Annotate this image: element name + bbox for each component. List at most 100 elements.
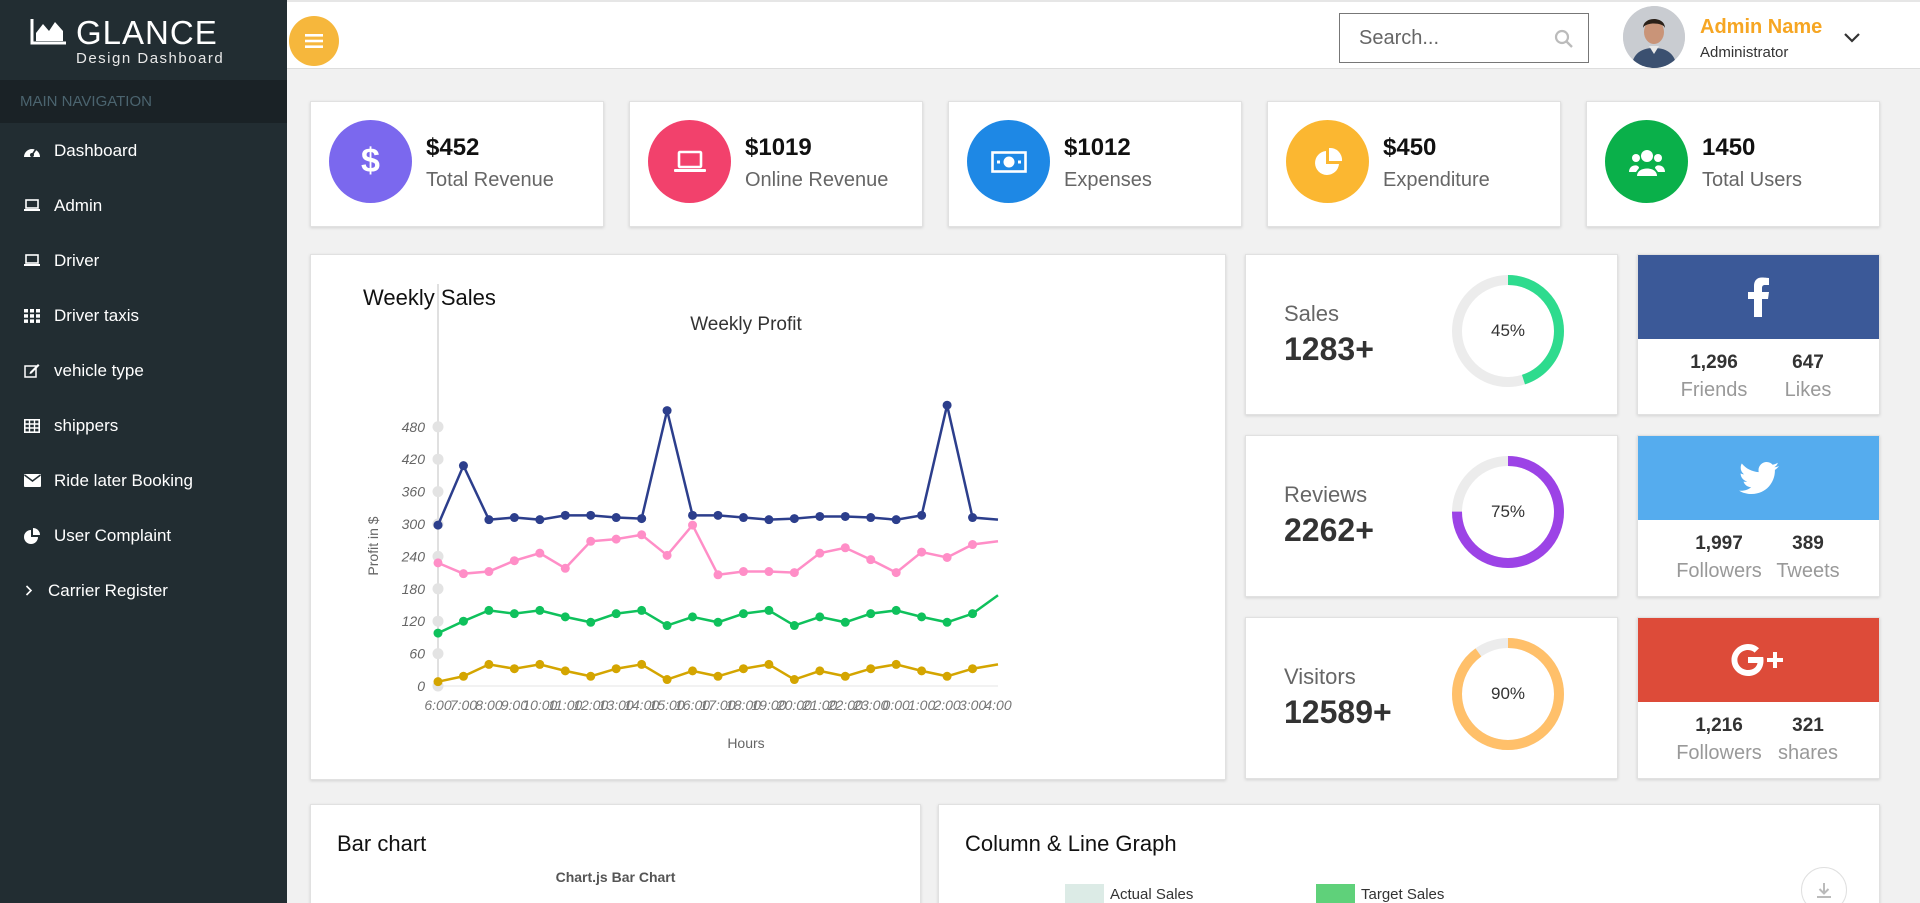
data-point[interactable] [662,675,672,685]
data-point[interactable] [738,664,748,674]
social-card-google-plus[interactable]: 1,216 Followers 321 shares [1637,617,1880,779]
data-point[interactable] [764,605,774,615]
data-point[interactable] [458,461,468,471]
download-button[interactable] [1801,867,1847,903]
sidebar-item-dashboard[interactable]: Dashboard [0,123,287,178]
data-point[interactable] [509,513,519,523]
data-point[interactable] [713,617,723,627]
search-icon[interactable] [1554,29,1574,49]
data-point[interactable] [968,609,978,619]
data-point[interactable] [484,567,494,577]
data-point[interactable] [611,534,621,544]
sidebar-item-ride-later-booking[interactable]: Ride later Booking [0,453,287,508]
data-point[interactable] [789,568,799,578]
data-point[interactable] [917,510,927,520]
data-point[interactable] [611,513,621,523]
data-point[interactable] [738,609,748,619]
data-point[interactable] [738,567,748,577]
data-point[interactable] [688,520,698,530]
data-point[interactable] [688,510,698,520]
data-point[interactable] [866,513,876,523]
data-point[interactable] [968,513,978,523]
data-point[interactable] [942,617,952,627]
user-name[interactable]: Admin Name [1700,16,1822,39]
data-point[interactable] [484,515,494,525]
data-point[interactable] [560,563,570,573]
data-point[interactable] [738,513,748,523]
data-point[interactable] [586,536,596,546]
data-point[interactable] [637,514,647,524]
chevron-down-icon[interactable] [1843,32,1861,44]
search-input[interactable] [1340,14,1540,62]
data-point[interactable] [840,671,850,681]
data-point[interactable] [458,616,468,626]
data-point[interactable] [891,515,901,525]
data-point[interactable] [815,612,825,622]
data-point[interactable] [433,628,443,638]
data-point[interactable] [509,664,519,674]
data-point[interactable] [789,514,799,524]
data-point[interactable] [535,659,545,669]
data-point[interactable] [458,671,468,681]
sidebar-item-driver-taxis[interactable]: Driver taxis [0,288,287,343]
data-point[interactable] [942,400,952,410]
data-point[interactable] [560,666,570,676]
data-point[interactable] [815,666,825,676]
sidebar-item-driver[interactable]: Driver [0,233,287,288]
data-point[interactable] [535,605,545,615]
data-point[interactable] [662,406,672,416]
data-point[interactable] [840,511,850,521]
data-point[interactable] [866,609,876,619]
data-point[interactable] [942,552,952,562]
data-point[interactable] [560,510,570,520]
data-point[interactable] [433,677,443,687]
data-point[interactable] [509,609,519,619]
data-point[interactable] [891,659,901,669]
sidebar-item-shippers[interactable]: shippers [0,398,287,453]
data-point[interactable] [866,555,876,565]
data-point[interactable] [764,515,774,525]
social-card-twitter[interactable]: 1,997 Followers 389 Tweets [1637,435,1880,597]
sidebar-item-carrier-register[interactable]: Carrier Register [0,563,287,618]
data-point[interactable] [688,666,698,676]
data-point[interactable] [866,664,876,674]
data-point[interactable] [891,605,901,615]
brand[interactable]: GLANCE Design Dashboard [0,0,287,80]
data-point[interactable] [840,543,850,553]
data-point[interactable] [535,515,545,525]
data-point[interactable] [637,659,647,669]
data-point[interactable] [942,671,952,681]
data-point[interactable] [764,567,774,577]
data-point[interactable] [662,550,672,560]
data-point[interactable] [433,558,443,568]
data-point[interactable] [917,666,927,676]
data-point[interactable] [789,675,799,685]
data-point[interactable] [611,664,621,674]
data-point[interactable] [458,569,468,579]
data-point[interactable] [535,548,545,558]
data-point[interactable] [484,605,494,615]
data-point[interactable] [611,609,621,619]
data-point[interactable] [662,621,672,631]
data-point[interactable] [586,617,596,627]
data-point[interactable] [713,510,723,520]
data-point[interactable] [713,570,723,580]
data-point[interactable] [484,659,494,669]
data-point[interactable] [840,617,850,627]
data-point[interactable] [560,612,570,622]
data-point[interactable] [713,671,723,681]
data-point[interactable] [968,664,978,674]
data-point[interactable] [433,520,443,530]
data-point[interactable] [764,659,774,669]
data-point[interactable] [586,671,596,681]
data-point[interactable] [586,510,596,520]
avatar[interactable] [1623,6,1685,68]
data-point[interactable] [815,511,825,521]
sidebar-item-user-complaint[interactable]: User Complaint [0,508,287,563]
menu-toggle-button[interactable] [289,16,339,66]
social-card-facebook[interactable]: 1,296 Friends 647 Likes [1637,254,1880,415]
data-point[interactable] [509,556,519,566]
data-point[interactable] [815,548,825,558]
data-point[interactable] [688,612,698,622]
data-point[interactable] [917,547,927,557]
